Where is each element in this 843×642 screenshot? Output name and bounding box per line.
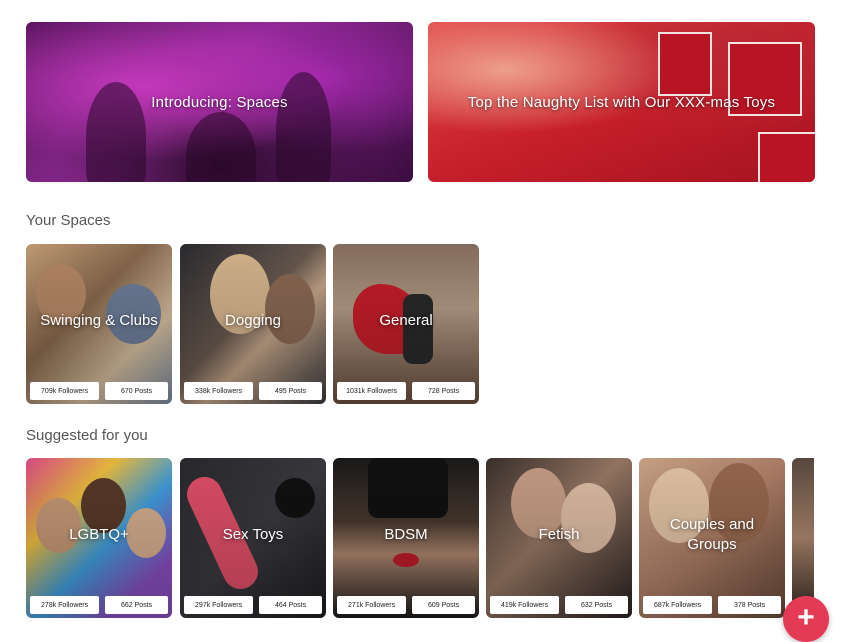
suggested-heading: Suggested for you xyxy=(26,427,148,444)
card-title: Fetish xyxy=(538,526,580,543)
space-card-bdsm[interactable]: BDSM 271k Followers 609 Posts xyxy=(333,458,479,618)
banner-introducing-spaces[interactable]: Introducing: Spaces xyxy=(26,22,413,182)
your-spaces-heading: Your Spaces xyxy=(26,212,111,229)
banner-xmas-toys[interactable]: Top the Naughty List with Our XXX-mas To… xyxy=(428,22,815,182)
posts-count: 609 Posts xyxy=(412,596,475,614)
card-stats: 1031k Followers 728 Posts xyxy=(337,382,475,400)
banner-silhouette xyxy=(276,72,331,182)
card-title: LGBTQ+ xyxy=(69,526,129,543)
followers-count: 709k Followers xyxy=(30,382,100,400)
banner-silhouette xyxy=(86,82,146,182)
space-card-swinging-clubs[interactable]: Swinging & Clubs 709k Followers 670 Post… xyxy=(26,244,172,404)
followers-count: 419k Followers xyxy=(490,596,560,614)
space-card-dogging[interactable]: Dogging 338k Followers 495 Posts xyxy=(180,244,326,404)
gift-box xyxy=(758,132,815,182)
followers-count: 297k Followers xyxy=(184,596,254,614)
posts-count: 670 Posts xyxy=(105,382,168,400)
card-stats: 271k Followers 609 Posts xyxy=(337,596,475,614)
add-button[interactable]: + xyxy=(783,596,829,642)
posts-count: 728 Posts xyxy=(412,382,475,400)
card-title: Swinging & Clubs xyxy=(40,312,158,329)
followers-count: 271k Followers xyxy=(337,596,407,614)
card-stats: 419k Followers 632 Posts xyxy=(490,596,628,614)
card-stats: 687k Followers 378 Posts xyxy=(643,596,781,614)
space-card-sex-toys[interactable]: Sex Toys 297k Followers 464 Posts xyxy=(180,458,326,618)
plus-icon: + xyxy=(797,600,815,634)
posts-count: 464 Posts xyxy=(259,596,322,614)
card-stats: 338k Followers 495 Posts xyxy=(184,382,322,400)
space-card-fetish[interactable]: Fetish 419k Followers 632 Posts xyxy=(486,458,632,618)
followers-count: 687k Followers xyxy=(643,596,713,614)
followers-count: 1031k Followers xyxy=(337,382,407,400)
space-card-lgbtq[interactable]: LGBTQ+ 278k Followers 662 Posts xyxy=(26,458,172,618)
banner-silhouette xyxy=(186,112,256,182)
gift-box xyxy=(658,32,712,96)
posts-count: 378 Posts xyxy=(718,596,781,614)
banner-label: Top the Naughty List with Our XXX-mas To… xyxy=(467,93,776,111)
card-title: BDSM xyxy=(384,526,428,543)
posts-count: 495 Posts xyxy=(259,382,322,400)
card-title: Sex Toys xyxy=(222,526,284,543)
followers-count: 338k Followers xyxy=(184,382,254,400)
banner-label: Introducing: Spaces xyxy=(151,93,288,111)
posts-count: 632 Posts xyxy=(565,596,628,614)
card-stats: 278k Followers 662 Posts xyxy=(30,596,168,614)
space-card-couples-groups[interactable]: Couples and Groups 687k Followers 378 Po… xyxy=(639,458,785,618)
posts-count: 662 Posts xyxy=(105,596,168,614)
card-title: Dogging xyxy=(225,312,281,329)
card-stats: 709k Followers 670 Posts xyxy=(30,382,168,400)
card-title: General xyxy=(379,312,433,329)
space-card-general[interactable]: General 1031k Followers 728 Posts xyxy=(333,244,479,404)
card-title: Couples and Groups xyxy=(669,516,755,553)
followers-count: 278k Followers xyxy=(30,596,100,614)
card-stats: 297k Followers 464 Posts xyxy=(184,596,322,614)
space-card-partial[interactable] xyxy=(792,458,814,618)
